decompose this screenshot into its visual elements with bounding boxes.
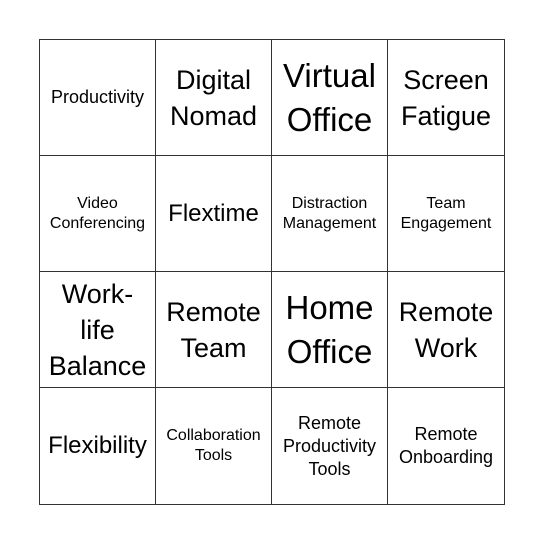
cell-text: Conferencing (49, 214, 146, 232)
bingo-card: Productivity Digital Nomad Virtual Offic… (39, 39, 505, 505)
cell-text: Tools (308, 458, 351, 479)
bingo-cell-remote-productivity-tools[interactable]: Remote Productivity Tools (272, 388, 388, 504)
bingo-cell-remote-team[interactable]: Remote Team (156, 272, 272, 388)
cell-text: Remote (398, 296, 494, 327)
cell-text: Digital (175, 64, 251, 95)
cell-text: Distraction (291, 194, 368, 212)
cell-text: Work- (61, 278, 134, 309)
bingo-cell-screen-fatigue[interactable]: Screen Fatigue (388, 40, 504, 156)
cell-text: Remote (297, 412, 361, 433)
cell-text: Tools (194, 447, 233, 464)
cell-text: Balance (48, 350, 147, 381)
cell-text: Work (414, 332, 478, 363)
cell-text: life (80, 314, 115, 345)
bingo-cell-team-engagement[interactable]: Team Engagement (388, 156, 504, 272)
cell-text: Nomad (169, 100, 258, 131)
cell-text: Fatigue (400, 100, 492, 131)
bingo-cell-video-conferencing[interactable]: Video Conferencing (40, 156, 156, 272)
cell-text: Flextime (168, 199, 259, 227)
cell-text: Productivity (282, 435, 377, 456)
cell-text: Team (180, 332, 247, 363)
cell-text: Collaboration (166, 427, 261, 444)
cell-text: Remote (166, 296, 261, 327)
cell-text: Productivity (50, 87, 145, 107)
cell-text: Management (282, 214, 377, 232)
bingo-cell-distraction-management[interactable]: Distraction Management (272, 156, 388, 272)
cell-text: Screen (403, 64, 489, 95)
bingo-cell-remote-onboarding[interactable]: Remote Onboarding (388, 388, 504, 504)
cell-text: Remote (414, 424, 478, 444)
bingo-cell-remote-work[interactable]: Remote Work (388, 272, 504, 388)
bingo-cell-flextime[interactable]: Flextime (156, 156, 272, 272)
bingo-cell-collaboration-tools[interactable]: Collaboration Tools (156, 388, 272, 504)
bingo-cell-virtual-office[interactable]: Virtual Office (272, 40, 388, 156)
cell-text: Office (286, 100, 373, 138)
cell-text: Flexibility (48, 432, 147, 459)
cell-text: Video (77, 194, 118, 212)
cell-text: Engagement (400, 214, 492, 232)
cell-text: Team (426, 194, 466, 212)
cell-text: Onboarding (398, 447, 494, 467)
cell-text: Home (285, 288, 374, 326)
bingo-cell-work-life-balance[interactable]: Work- life Balance (40, 272, 156, 388)
bingo-cell-home-office[interactable]: Home Office (272, 272, 388, 388)
cell-text: Office (286, 332, 373, 370)
cell-text: Virtual (283, 56, 376, 94)
bingo-cell-flexibility[interactable]: Flexibility (40, 388, 156, 504)
bingo-cell-productivity[interactable]: Productivity (40, 40, 156, 156)
bingo-cell-digital-nomad[interactable]: Digital Nomad (156, 40, 272, 156)
